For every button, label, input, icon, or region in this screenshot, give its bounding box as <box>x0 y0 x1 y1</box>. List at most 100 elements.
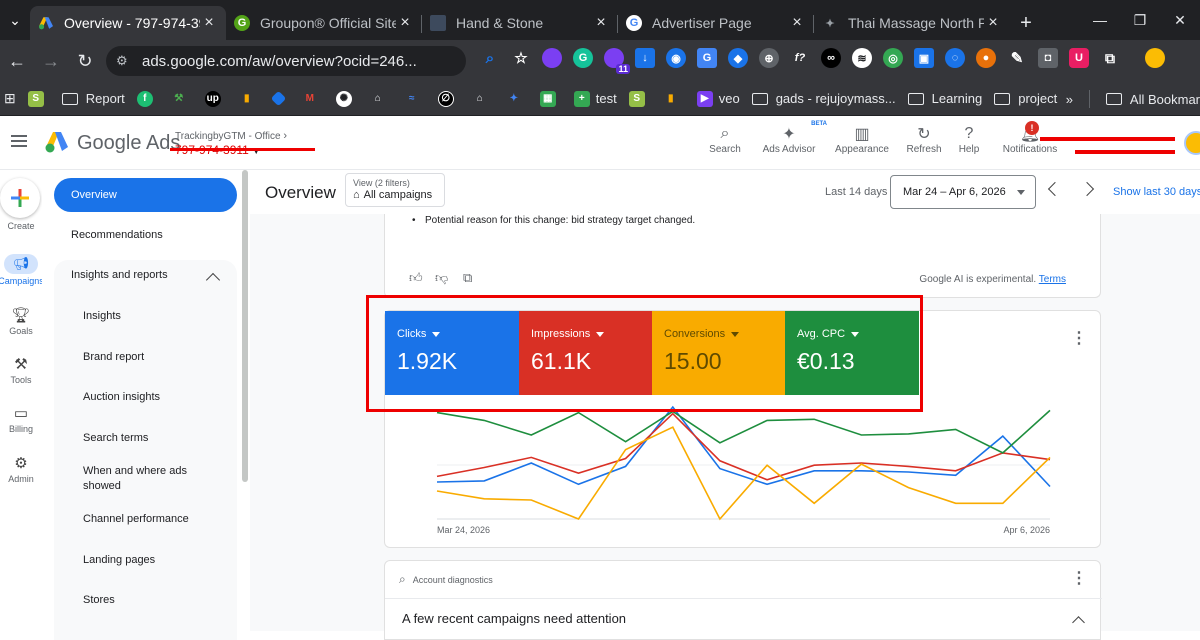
chatgpt-icon[interactable]: ◎ <box>883 48 903 68</box>
bookmark-item[interactable]: Report <box>61 91 125 106</box>
bookmark-item[interactable]: + test <box>573 90 617 107</box>
nav-item-landing-pages[interactable]: Landing pages <box>83 553 203 568</box>
chevron-left-icon[interactable] <box>1047 181 1063 197</box>
menu-icon[interactable] <box>11 135 27 147</box>
frame-icon[interactable]: ▣ <box>914 48 934 68</box>
avatar[interactable] <box>1184 131 1200 155</box>
nav-insights-reports[interactable]: Insights and reports <box>71 269 168 281</box>
flame-icon[interactable]: ● <box>976 48 996 68</box>
link-icon[interactable]: ∞ <box>821 48 841 68</box>
close-icon[interactable]: × <box>592 14 610 32</box>
account-name[interactable]: TrackingbyGTM - Office › <box>175 130 287 142</box>
globe-icon[interactable]: ⊕ <box>759 48 779 68</box>
bookmark-item[interactable]: ▮ <box>239 91 261 107</box>
translate-icon[interactable]: G <box>697 48 717 68</box>
eyedropper-icon[interactable]: ✎ <box>1007 48 1027 68</box>
grammarly-icon[interactable]: G <box>573 48 593 68</box>
bookmark-item[interactable]: ≈ <box>404 91 426 107</box>
refresh-button[interactable]: ↻ Refresh <box>899 124 949 155</box>
browser-tab[interactable]: G Groupon® Official Site - × <box>226 6 422 40</box>
bookmark-item[interactable] <box>270 90 290 107</box>
close-icon[interactable]: × <box>396 14 414 32</box>
close-window-icon[interactable]: ✕ <box>1160 0 1200 40</box>
extension-icon[interactable] <box>542 48 562 68</box>
nav-recommendations[interactable]: Recommendations <box>71 229 163 241</box>
bookmark-item[interactable]: project <box>994 91 1057 106</box>
sidenav-scrollbar[interactable] <box>242 170 248 482</box>
search-icon[interactable]: ⌕ <box>480 48 500 68</box>
date-range-picker[interactable]: Mar 24 – Apr 6, 2026 <box>890 175 1036 209</box>
address-bar[interactable]: ⚙ ads.google.com/aw/overview?ocid=246... <box>106 46 466 76</box>
nav-item-channel-performance[interactable]: Channel performance <box>83 512 203 527</box>
bookmark-item[interactable]: gads - rejujoymass... <box>751 91 896 106</box>
nav-item-auction-insights[interactable]: Auction insights <box>83 390 203 405</box>
reload-icon[interactable]: ↻ <box>68 51 102 72</box>
tag-icon[interactable]: ◆ <box>728 48 748 68</box>
show-last-30-link[interactable]: Show last 30 days <box>1113 186 1200 198</box>
all-bookmarks[interactable]: All Bookmar <box>1105 92 1200 107</box>
bookmark-item[interactable]: up <box>204 90 227 107</box>
bookmark-item[interactable]: ▶ veo <box>696 90 740 107</box>
rail-admin[interactable]: ⚙ Admin <box>0 452 42 484</box>
bookmark-item[interactable]: ▮ <box>663 91 685 107</box>
browser-tab[interactable]: Hand & Stone × <box>422 6 618 40</box>
new-tab-button[interactable]: + <box>1010 6 1042 40</box>
rail-create[interactable]: Create <box>0 221 42 231</box>
nav-item-insights[interactable]: Insights <box>83 309 203 324</box>
rail-billing[interactable]: ▭ Billing <box>0 402 42 434</box>
more-bookmarks-icon[interactable]: » <box>1066 92 1073 107</box>
bookmark-item[interactable]: ⌂ <box>370 91 392 107</box>
lens-icon[interactable]: ◌ <box>945 48 965 68</box>
nav-overview[interactable]: Overview <box>54 178 237 212</box>
nav-item-search-terms[interactable]: Search terms <box>83 431 203 446</box>
search-button[interactable]: ⌕ Search <box>705 124 745 155</box>
close-icon[interactable]: × <box>984 14 1002 32</box>
tab-search-icon[interactable]: ⌄ <box>0 0 30 40</box>
shield-icon[interactable]: U <box>1069 48 1089 68</box>
thumbs-up-icon[interactable]: 👍︎ <box>409 270 423 286</box>
bookmark-item[interactable]: ∅ <box>437 90 460 107</box>
forward-icon[interactable]: → <box>34 51 68 72</box>
thumbs-down-icon[interactable]: 👎︎ <box>435 270 448 286</box>
eye-icon[interactable]: ◉ <box>666 48 686 68</box>
puzzle-icon[interactable]: ⧉ <box>1100 48 1120 68</box>
create-button[interactable] <box>0 178 40 218</box>
help-button[interactable]: ? Help <box>949 124 989 155</box>
bookmark-item[interactable]: ✺ <box>335 90 358 107</box>
bookmark-item[interactable]: M <box>302 91 324 107</box>
bookmark-item[interactable]: ⌂ <box>472 91 494 107</box>
browser-tab[interactable]: G Advertiser Page × <box>618 6 814 40</box>
site-settings-icon[interactable]: ⚙ <box>116 53 132 69</box>
browser-tab[interactable]: Overview - 797-974-3911 × <box>30 6 226 40</box>
nav-item-stores[interactable]: Stores <box>83 593 203 608</box>
function-icon[interactable]: f? <box>790 48 810 68</box>
bookmark-item[interactable]: S <box>628 90 651 107</box>
rail-tools[interactable]: ⚒ Tools <box>0 353 42 385</box>
apps-icon[interactable]: ⊞ <box>4 90 16 107</box>
browser-tab[interactable]: ✦ Thai Massage North Palm × <box>814 6 1010 40</box>
bookmark-item[interactable]: S <box>27 90 50 107</box>
camera-icon[interactable]: ◘ <box>1038 48 1058 68</box>
restore-icon[interactable]: ❐ <box>1120 0 1160 40</box>
layers-icon[interactable]: ≋ <box>852 48 872 68</box>
bookmark-star-icon[interactable]: ☆ <box>511 48 531 68</box>
nav-item-brand-report[interactable]: Brand report <box>83 350 203 365</box>
view-filter-chip[interactable]: View (2 filters) ⌂ All campaigns <box>345 173 445 207</box>
extension-icon[interactable]: 11 <box>604 48 630 74</box>
chevron-right-icon[interactable] <box>1079 181 1095 197</box>
profile-icon[interactable] <box>1145 48 1165 68</box>
rail-campaigns[interactable]: 📢︎ Campaigns <box>0 254 44 286</box>
more-vert-icon[interactable]: ⋮ <box>1071 328 1087 348</box>
close-icon[interactable]: × <box>200 14 218 32</box>
rail-goals[interactable]: 🏆︎ Goals <box>0 304 42 336</box>
bookmark-item[interactable]: ⚒ <box>171 91 193 107</box>
nav-item-when-where[interactable]: When and where ads showed <box>83 464 203 494</box>
back-icon[interactable]: ← <box>0 51 34 72</box>
bookmark-item[interactable]: f <box>136 90 159 107</box>
bookmark-item[interactable]: Learning <box>907 91 982 106</box>
download-icon[interactable]: ↓ <box>635 48 655 68</box>
more-vert-icon[interactable]: ⋮ <box>1071 568 1087 588</box>
close-icon[interactable]: × <box>788 14 806 32</box>
minimize-icon[interactable]: — <box>1080 0 1120 40</box>
ads-advisor-button[interactable]: ✦ BETA Ads Advisor <box>753 121 827 155</box>
